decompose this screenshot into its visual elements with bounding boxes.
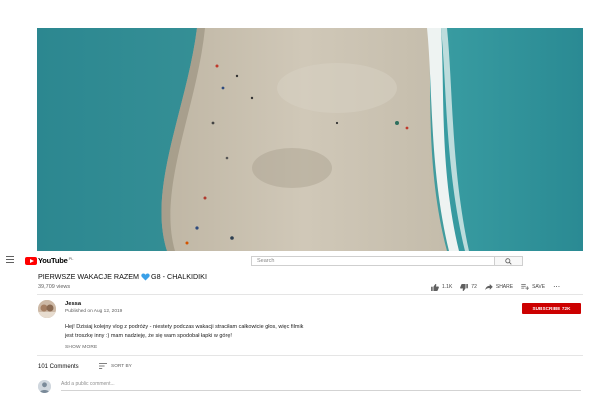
video-player[interactable] [37,28,583,251]
youtube-logo[interactable]: YouTube PL [25,256,73,265]
user-avatar [38,380,51,393]
channel-name[interactable]: Jessa [65,301,81,307]
sort-icon [99,363,107,369]
video-frame-beach-aerial [37,28,583,251]
search-input[interactable]: Search [251,256,495,266]
video-title: PIERWSZE WAKACJE RAZEM G8 - CHALKIDIKI [38,272,207,281]
dislike-button[interactable]: 72 [460,283,477,291]
logo-country-code: PL [68,256,74,261]
playlist-add-icon [521,284,530,290]
share-button[interactable]: SHARE [485,284,513,290]
subscribe-label: SUBSCRIBE [532,306,561,311]
add-comment-input[interactable]: Add a public comment... [61,381,581,391]
divider [37,294,583,295]
publish-date: Published on Aug 12, 2019 [65,309,123,314]
video-title-part2: G8 - CHALKIDIKI [151,272,207,281]
comment-count: 101 Comments [38,364,79,370]
video-actions: 1.1K 72 SHARE SAVE ⋯ [431,283,560,291]
dislike-count: 72 [471,284,477,290]
share-label: SHARE [495,284,514,290]
thumbs-down-icon [460,283,469,291]
subscriber-count: 72K [561,306,571,311]
sort-comments-button[interactable]: SORT BY [99,363,132,369]
youtube-play-icon [25,256,37,265]
view-count: 39,709 views [38,284,71,290]
save-label: SAVE [532,284,546,290]
avatar-image [38,300,56,318]
channel-avatar[interactable] [38,300,56,318]
save-button[interactable]: SAVE [521,284,545,290]
description-line: Hej! Dzisiaj kolejny vlog z podróży - ni… [65,324,304,330]
more-label: ⋯ [553,284,561,291]
share-icon [485,284,493,290]
video-title-part1: PIERWSZE WAKACJE RAZEM [38,272,140,281]
logo-text: YouTube [38,256,68,265]
sort-label: SORT BY [111,363,132,369]
search-button[interactable] [495,256,523,266]
menu-icon[interactable] [6,256,14,263]
search-icon [505,258,512,265]
divider [37,355,583,356]
thumbs-up-icon [431,283,439,291]
subscribe-button[interactable]: SUBSCRIBE 72K [522,303,581,314]
more-actions-icon[interactable]: ⋯ [553,283,560,291]
video-description: Hej! Dzisiaj kolejny vlog z podróży - ni… [65,323,365,340]
description-line: jest troszkę inny :) mam nadzieję, że si… [65,332,232,339]
like-count: 1.1K [442,284,453,290]
like-button[interactable]: 1.1K [431,283,453,291]
blue-heart-icon [141,272,150,281]
show-more-button[interactable]: SHOW MORE [65,345,97,350]
user-icon [38,380,51,393]
